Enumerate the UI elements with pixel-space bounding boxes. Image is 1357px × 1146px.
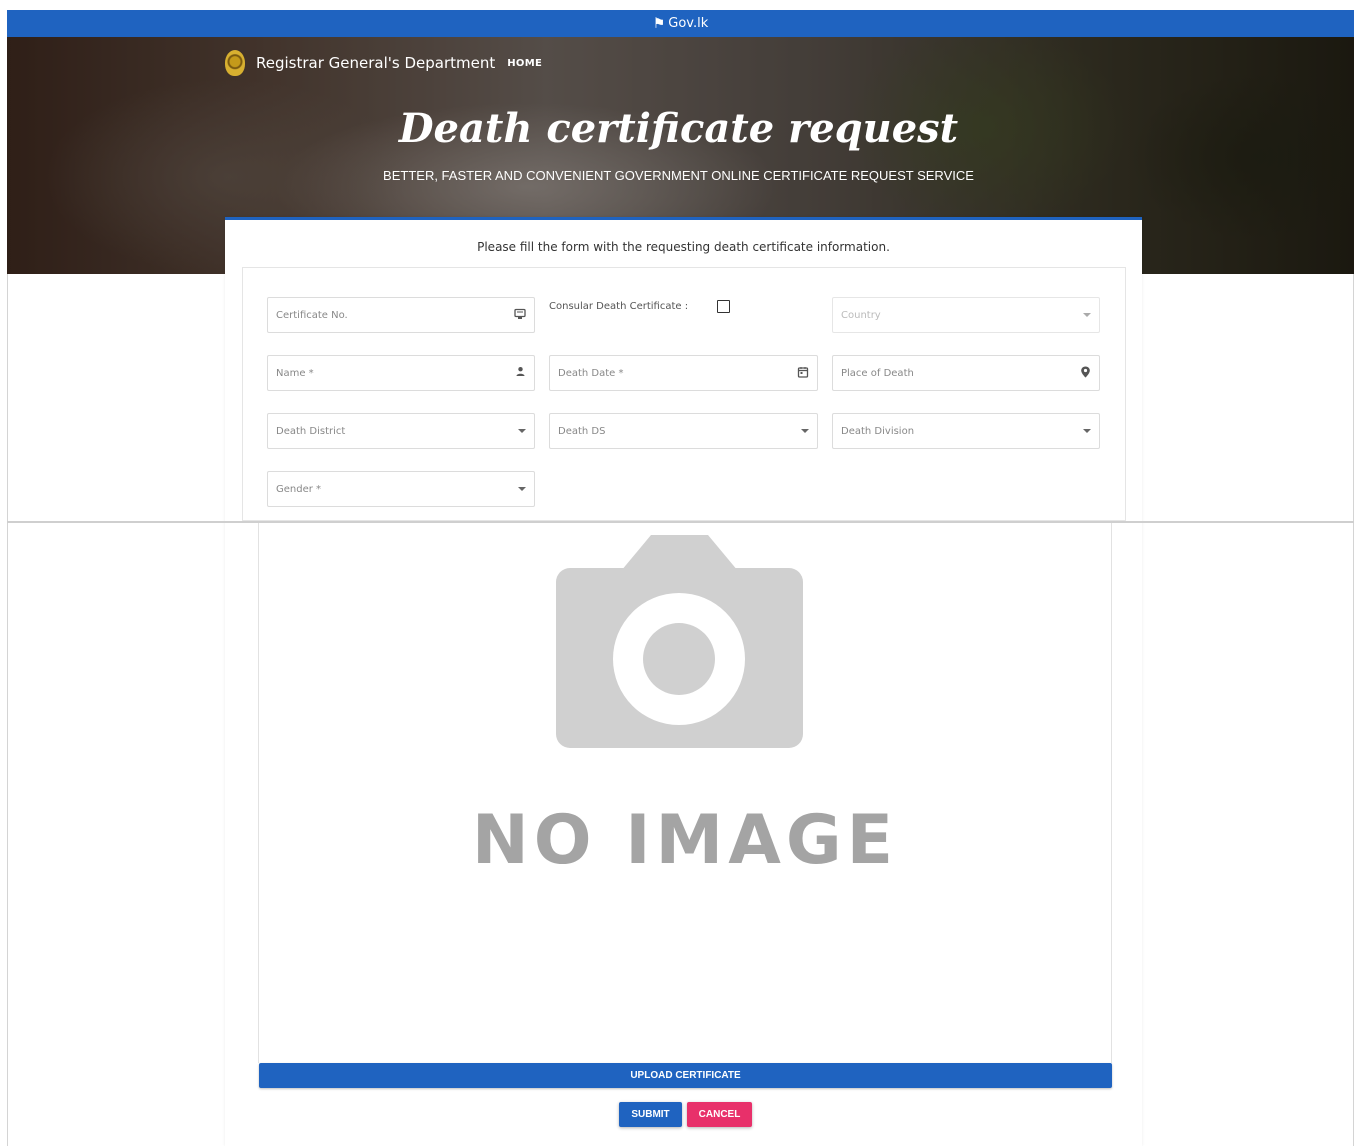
consular-label: Consular Death Certificate :	[549, 301, 689, 312]
name-field[interactable]: Name *	[267, 355, 535, 391]
cancel-button[interactable]: CANCEL	[687, 1102, 752, 1127]
national-emblem-icon	[225, 50, 245, 76]
brand: Registrar General's Department HOME	[225, 50, 542, 76]
death-division-select[interactable]: Death Division	[832, 413, 1100, 449]
place-of-death-placeholder: Place of Death	[841, 367, 914, 379]
chevron-down-icon	[1083, 313, 1091, 317]
no-image-text: NO IMAGE	[471, 801, 899, 880]
death-division-placeholder: Death Division	[841, 425, 915, 437]
death-district-select[interactable]: Death District	[267, 413, 535, 449]
page-subtitle: BETTER, FASTER AND CONVENIENT GOVERNMENT…	[383, 168, 974, 183]
chevron-down-icon	[1083, 429, 1091, 433]
page-title: Death certificate request	[398, 105, 959, 152]
lion-flag-icon: ⚑	[652, 15, 666, 32]
name-placeholder: Name *	[276, 367, 314, 379]
home-link[interactable]: HOME	[507, 58, 542, 69]
gov-lk-label: Gov.lk	[668, 16, 709, 31]
camera-icon	[556, 535, 803, 748]
gender-placeholder: Gender *	[276, 483, 322, 495]
form-intro: Please fill the form with the requesting…	[477, 240, 890, 254]
consular-checkbox[interactable]	[717, 300, 731, 313]
gender-select[interactable]: Gender *	[267, 471, 535, 507]
chevron-down-icon	[518, 429, 526, 433]
country-select[interactable]: Country	[832, 297, 1100, 333]
death-ds-select[interactable]: Death DS	[549, 413, 818, 449]
death-ds-placeholder: Death DS	[558, 425, 606, 437]
death-district-placeholder: Death District	[276, 425, 346, 437]
certificate-no-field[interactable]: Certificate No.	[267, 297, 535, 333]
chevron-down-icon	[801, 429, 809, 433]
person-icon	[515, 366, 526, 380]
upload-certificate-button[interactable]: UPLOAD CERTIFICATE	[259, 1063, 1112, 1088]
certificate-icon	[514, 308, 526, 323]
certificate-image-preview: NO IMAGE	[258, 523, 1112, 1063]
location-pin-icon	[1080, 366, 1091, 381]
certificate-no-placeholder: Certificate No.	[276, 309, 348, 321]
gov-lk-bar[interactable]: ⚑ Gov.lk	[7, 10, 1354, 37]
submit-button[interactable]: SUBMIT	[619, 1102, 682, 1127]
death-date-placeholder: Death Date *	[558, 367, 624, 379]
calendar-icon	[797, 366, 809, 381]
death-date-field[interactable]: Death Date *	[549, 355, 818, 391]
place-of-death-field[interactable]: Place of Death	[832, 355, 1100, 391]
consular-certificate-toggle[interactable]: Consular Death Certificate :	[549, 300, 731, 313]
chevron-down-icon	[518, 487, 526, 491]
country-placeholder: Country	[841, 309, 881, 321]
department-name[interactable]: Registrar General's Department	[256, 54, 495, 72]
